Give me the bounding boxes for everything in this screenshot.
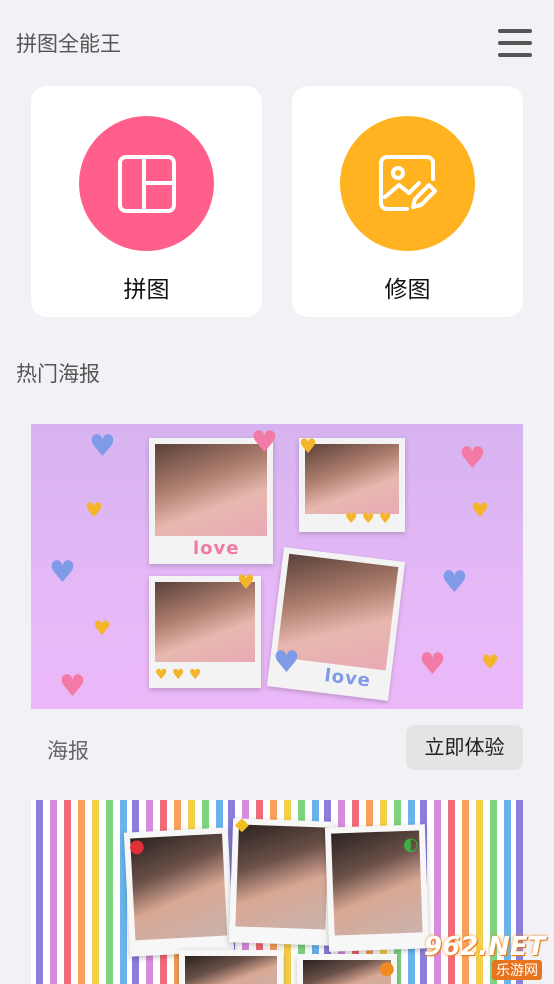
heart-icon: ♥ — [299, 434, 317, 458]
poster-thumbnail[interactable]: ♥ ♥ ♥ ♥ ♥ ♥ ♥ ♥ ♥ ♥ love ♥ ♥ ♥ ♥ ♥ ♥ ♥ ♥… — [31, 424, 523, 709]
watermark-sub-text: 乐游网 — [492, 960, 542, 980]
collage-circle — [79, 116, 214, 251]
heart-icon: ♥ — [251, 425, 278, 460]
orange-icon: ● — [379, 958, 395, 979]
poster-category-label: 海报 — [47, 739, 89, 763]
heart-icon: ♥ — [471, 498, 489, 522]
collage-layout-icon — [117, 154, 176, 213]
love-text: love — [323, 665, 373, 692]
heart-icon: ♥ — [481, 650, 499, 674]
watermelon-icon: ◐ — [403, 834, 419, 855]
app-title: 拼图全能王 — [16, 32, 121, 56]
poster-photo — [228, 818, 336, 946]
heart-icon: ♥ ♥ ♥ — [345, 511, 392, 527]
collage-label: 拼图 — [123, 277, 170, 303]
edit-label: 修图 — [384, 277, 431, 303]
heart-icon: ♥ — [93, 616, 111, 640]
site-watermark-logo: 962.NET 乐游网 — [416, 930, 550, 980]
heart-icon: ♥ — [459, 441, 486, 476]
heart-icon: ♥ ♥ ♥ — [155, 667, 202, 683]
photo-edit-icon — [378, 154, 437, 211]
heart-icon: ♥ — [85, 498, 103, 522]
strawberry-icon: ● — [129, 836, 145, 857]
poster-photo — [179, 950, 283, 984]
header-bar: 拼图全能王 — [0, 0, 554, 86]
pineapple-icon: ◆ — [235, 814, 249, 835]
heart-icon: ♥ — [419, 647, 446, 682]
heart-icon: ♥ — [441, 565, 468, 600]
hamburger-menu-icon[interactable] — [496, 26, 534, 60]
edit-photo-card[interactable]: 修图 — [292, 86, 523, 317]
edit-circle — [340, 116, 475, 251]
heart-icon: ♥ — [49, 555, 76, 590]
love-text: love — [193, 538, 240, 559]
heart-icon: ♥ — [273, 645, 300, 680]
try-now-button[interactable]: 立即体验 — [406, 725, 523, 770]
collage-card[interactable]: 拼图 — [31, 86, 262, 317]
heart-icon: ♥ — [237, 570, 255, 594]
section-title: 热门海报 — [16, 362, 100, 386]
watermark-main-text: 962.NET — [424, 932, 546, 962]
heart-icon: ♥ — [89, 429, 116, 464]
heart-icon: ♥ — [59, 669, 86, 704]
